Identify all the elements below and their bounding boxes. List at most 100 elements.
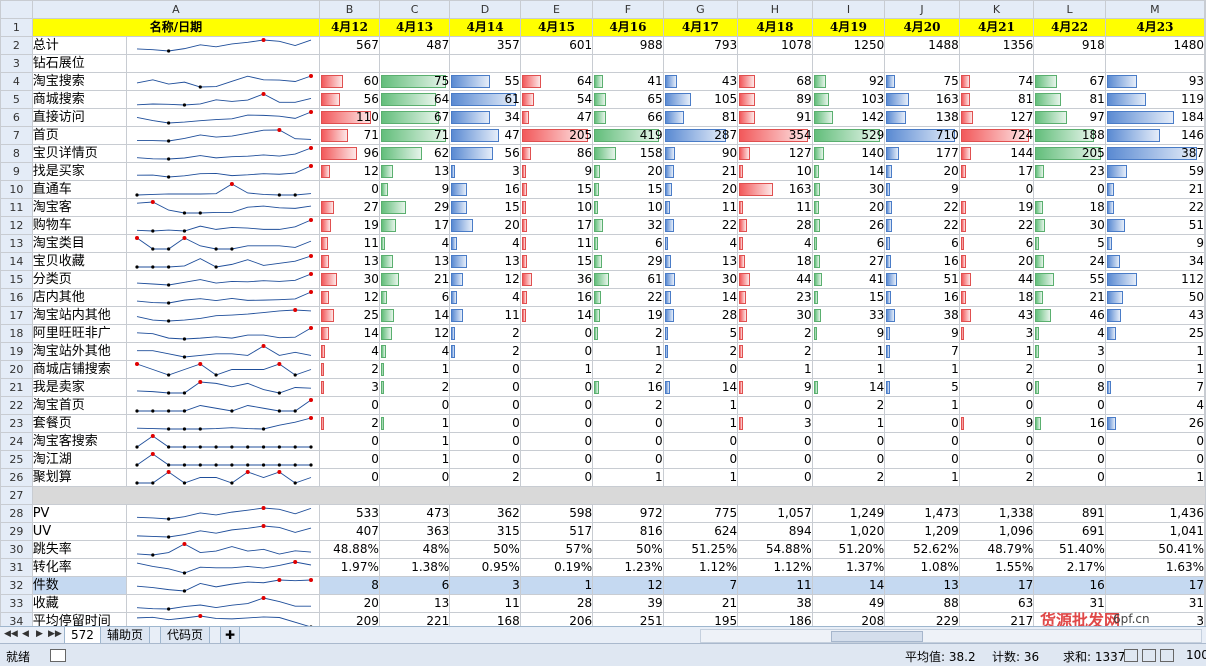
value-cell[interactable]: 1.08% (884, 558, 960, 577)
value-cell[interactable]: 1,041 (1104, 522, 1206, 541)
value-cell[interactable]: 54 (519, 90, 594, 109)
value-cell[interactable]: 20 (449, 216, 521, 235)
value-cell[interactable]: 0 (1104, 432, 1206, 451)
value-cell[interactable]: 1 (1104, 468, 1206, 487)
value-cell[interactable]: 68 (737, 72, 813, 91)
value-cell[interactable]: 51 (884, 270, 960, 289)
row-number[interactable]: 9 (0, 162, 33, 181)
row-number[interactable]: 30 (0, 540, 33, 559)
value-cell[interactable]: 5 (662, 324, 739, 343)
row-number[interactable]: 10 (0, 180, 33, 199)
row-label[interactable]: 套餐页 (31, 414, 128, 433)
value-cell[interactable]: 1,096 (958, 522, 1035, 541)
value-cell[interactable]: 229 (884, 612, 960, 626)
empty-cell[interactable] (1204, 288, 1206, 307)
value-cell[interactable]: 34 (449, 108, 521, 127)
value-cell[interactable]: 184 (1104, 108, 1206, 127)
value-cell[interactable]: 140 (811, 144, 886, 163)
value-cell[interactable]: 13 (449, 252, 521, 271)
value-cell[interactable]: 41 (592, 72, 664, 91)
value-cell[interactable]: 188 (1033, 126, 1106, 145)
value-cell[interactable]: 0.95% (449, 558, 521, 577)
value-cell[interactable]: 158 (592, 144, 664, 163)
value-cell[interactable]: 0 (811, 432, 886, 451)
sparkline-cell[interactable] (126, 216, 321, 235)
value-cell[interactable]: 1.37% (811, 558, 886, 577)
value-cell[interactable]: 567 (319, 36, 380, 55)
value-cell[interactable]: 1 (1104, 360, 1206, 379)
insert-sheet-icon[interactable]: ✚ (220, 627, 241, 644)
value-cell[interactable]: 41 (811, 270, 886, 289)
row-label[interactable]: 宝贝收藏 (31, 252, 128, 271)
value-cell[interactable]: 25 (1104, 324, 1206, 343)
value-cell[interactable]: 46 (1033, 306, 1106, 325)
value-cell[interactable]: 1488 (884, 36, 960, 55)
value-cell[interactable]: 363 (378, 522, 451, 541)
sparkline-cell[interactable] (126, 468, 321, 487)
sparkline-cell[interactable] (126, 270, 321, 289)
value-cell[interactable]: 0 (449, 360, 521, 379)
value-cell[interactable]: 14 (378, 306, 451, 325)
value-cell[interactable]: 0 (319, 450, 380, 469)
value-cell[interactable]: 1.12% (662, 558, 739, 577)
value-cell[interactable]: 2 (449, 342, 521, 361)
empty-cell[interactable] (1204, 450, 1206, 469)
value-cell[interactable]: 12 (378, 324, 451, 343)
row-number[interactable]: 26 (0, 468, 33, 487)
value-cell[interactable]: 55 (449, 72, 521, 91)
value-cell[interactable]: 22 (884, 216, 960, 235)
value-cell[interactable]: 19 (958, 198, 1035, 217)
empty-cell[interactable] (1204, 216, 1206, 235)
value-cell[interactable]: 2 (449, 468, 521, 487)
row-label[interactable]: PV (31, 504, 128, 523)
row-number[interactable]: 2 (0, 36, 33, 55)
sparkline-cell[interactable] (126, 414, 321, 433)
value-cell[interactable]: 33 (811, 306, 886, 325)
value-cell[interactable]: 0 (884, 450, 960, 469)
empty-cell[interactable] (1204, 342, 1206, 361)
value-cell[interactable]: 1 (519, 576, 594, 595)
value-cell[interactable]: 4 (378, 234, 451, 253)
value-cell[interactable]: 0 (884, 414, 960, 433)
row-number[interactable]: 3 (0, 54, 33, 73)
value-cell[interactable]: 0 (811, 450, 886, 469)
value-cell[interactable]: 51 (1104, 216, 1206, 235)
value-cell[interactable]: 11 (737, 576, 813, 595)
sparkline-cell[interactable] (126, 306, 321, 325)
value-cell[interactable]: 12 (449, 270, 521, 289)
value-cell[interactable]: 0 (449, 450, 521, 469)
value-cell[interactable]: 2 (449, 324, 521, 343)
value-cell[interactable]: 86 (519, 144, 594, 163)
value-cell[interactable]: 2 (811, 468, 886, 487)
value-cell[interactable]: 17 (519, 216, 594, 235)
value-cell[interactable] (1104, 54, 1206, 73)
empty-cell[interactable] (1204, 180, 1206, 199)
row-label[interactable]: 平均停留时间 (31, 612, 128, 626)
value-cell[interactable]: 1356 (958, 36, 1035, 55)
value-cell[interactable]: 1,436 (1104, 504, 1206, 523)
value-cell[interactable]: 387 (1104, 144, 1206, 163)
value-cell[interactable]: 144 (958, 144, 1035, 163)
value-cell[interactable]: 2 (319, 414, 380, 433)
empty-cell[interactable] (1204, 540, 1206, 559)
value-cell[interactable]: 487 (378, 36, 451, 55)
sparkline-cell[interactable] (126, 558, 321, 577)
value-cell[interactable]: 177 (884, 144, 960, 163)
value-cell[interactable]: 1 (519, 360, 594, 379)
empty-cell[interactable] (1204, 18, 1206, 37)
value-cell[interactable]: 1078 (737, 36, 813, 55)
column-header-M[interactable]: M (1104, 0, 1206, 19)
value-cell[interactable]: 28 (737, 216, 813, 235)
value-cell[interactable]: 4 (449, 234, 521, 253)
sparkline-cell[interactable] (126, 360, 321, 379)
value-cell[interactable]: 1 (1104, 342, 1206, 361)
value-cell[interactable]: 206 (519, 612, 594, 626)
value-cell[interactable]: 63 (958, 594, 1035, 613)
value-cell[interactable]: 2 (592, 324, 664, 343)
empty-cell[interactable] (1204, 54, 1206, 73)
row-number[interactable]: 5 (0, 90, 33, 109)
value-cell[interactable]: 972 (592, 504, 664, 523)
value-cell[interactable]: 0 (737, 468, 813, 487)
sparkline-cell[interactable] (126, 234, 321, 253)
value-cell[interactable]: 20 (592, 162, 664, 181)
